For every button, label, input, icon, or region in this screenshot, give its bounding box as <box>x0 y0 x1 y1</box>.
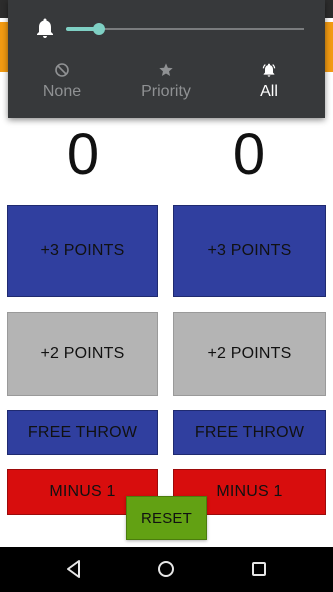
bell-icon[interactable] <box>33 16 57 40</box>
team-a-free-throw-button[interactable]: FREE THROW <box>7 410 158 455</box>
star-icon <box>159 63 173 76</box>
mode-none[interactable]: None <box>12 62 112 102</box>
volume-slider[interactable] <box>66 22 304 36</box>
team-b-plus3-button[interactable]: +3 POINTS <box>173 205 326 297</box>
back-icon[interactable] <box>62 557 86 581</box>
team-a-plus3-button[interactable]: +3 POINTS <box>7 205 158 297</box>
mode-all-label: All <box>260 83 278 100</box>
bell-ringing-icon <box>262 63 276 77</box>
do-not-disturb-icon <box>55 63 69 77</box>
mode-priority[interactable]: Priority <box>116 62 216 102</box>
team-b-plus2-button[interactable]: +2 POINTS <box>173 312 326 396</box>
team-a-score: 0 <box>66 122 100 187</box>
team-a-plus2-button[interactable]: +2 POINTS <box>7 312 158 396</box>
team-b-score: 0 <box>232 122 266 187</box>
navigation-bar <box>0 547 333 592</box>
mode-none-label: None <box>42 83 82 100</box>
team-b-free-throw-button[interactable]: FREE THROW <box>173 410 326 455</box>
recents-icon[interactable] <box>247 557 271 581</box>
mode-priority-label: Priority <box>141 83 191 100</box>
slider-thumb[interactable] <box>93 23 106 35</box>
reset-button[interactable]: RESET <box>126 496 207 540</box>
mode-all[interactable]: All <box>219 62 319 102</box>
volume-panel: None Priority All <box>8 0 325 118</box>
home-icon[interactable] <box>154 557 178 581</box>
